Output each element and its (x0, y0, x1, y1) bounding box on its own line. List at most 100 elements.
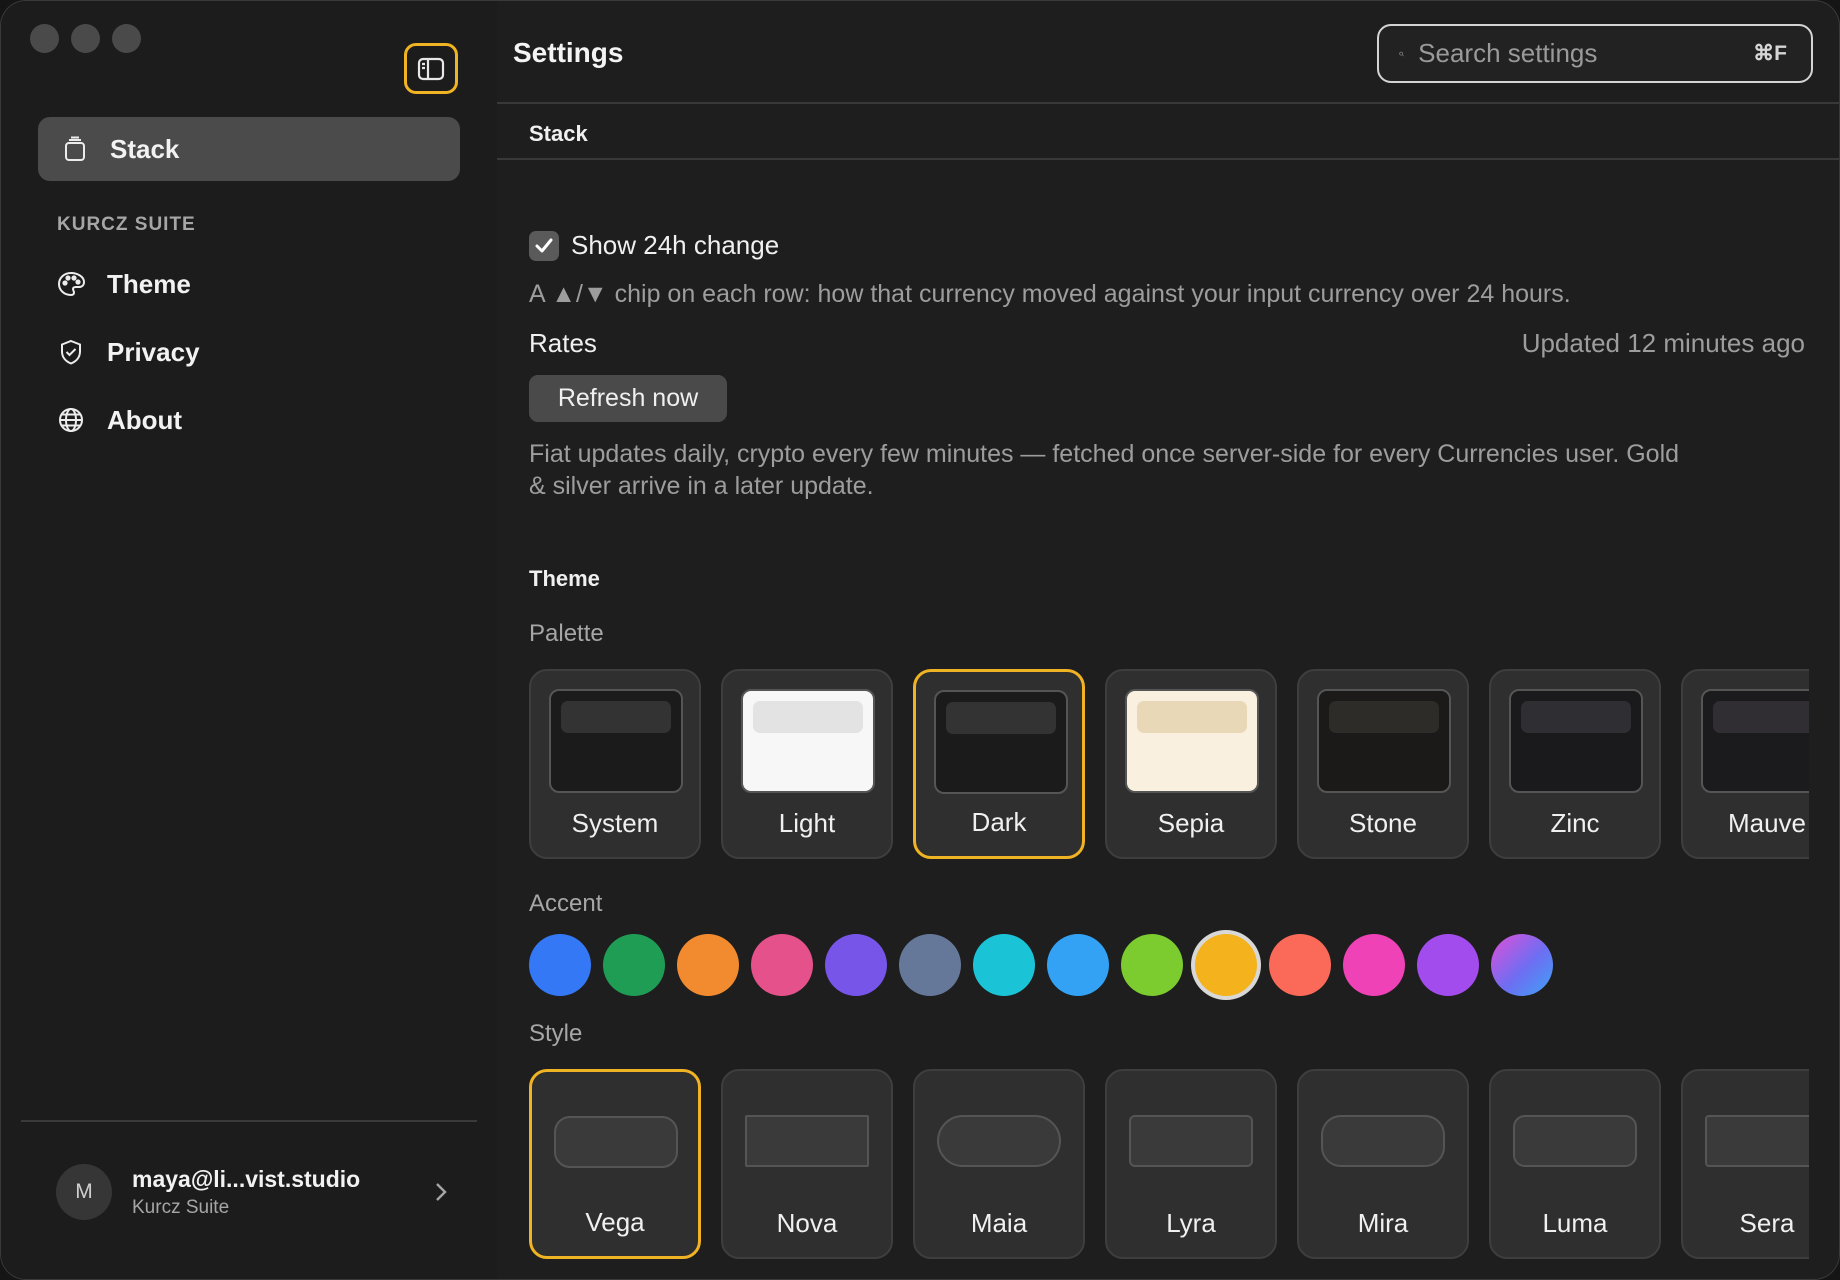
rates-label: Rates (529, 328, 597, 358)
palette-preview (1701, 689, 1809, 793)
minimize-window-button[interactable] (71, 24, 100, 53)
accent-swatch-sky[interactable] (1047, 934, 1109, 996)
page-title: Settings (513, 37, 624, 68)
style-option-luma[interactable]: Luma (1489, 1069, 1661, 1259)
style-option-sera[interactable]: Sera (1681, 1069, 1809, 1259)
show-24h-change-help: A ▲/▼ chip on each row: how that currenc… (529, 280, 1571, 308)
palette-option-label: System (571, 808, 659, 838)
style-preview (1705, 1115, 1809, 1167)
palette-preview (1509, 689, 1643, 793)
palette-option-stone[interactable]: Stone (1297, 669, 1469, 859)
accent-swatch-coral[interactable] (1269, 934, 1331, 996)
accent-swatch-green[interactable] (603, 934, 665, 996)
style-option-maia[interactable]: Maia (913, 1069, 1085, 1259)
rates-updated-status: Updated 12 minutes ago (1521, 328, 1805, 358)
palette-option-label: Dark (971, 807, 1027, 837)
rates-help-line: & silver arrive in a later update. (529, 472, 874, 500)
sidebar-item-stack[interactable]: Stack (38, 117, 460, 181)
sidebar: Stack KURCZ SUITE Theme Privacy About M … (1, 1, 497, 1279)
settings-window: Stack KURCZ SUITE Theme Privacy About M … (0, 0, 1840, 1280)
palette-option-label: Mauve (1727, 808, 1807, 838)
style-option-mira[interactable]: Mira (1297, 1069, 1469, 1259)
palette-preview-bar (1137, 701, 1247, 733)
accent-swatch-slate[interactable] (899, 934, 961, 996)
zoom-window-button[interactable] (112, 24, 141, 53)
style-preview (1321, 1115, 1445, 1167)
sidebar-item-label: About (107, 404, 183, 435)
close-window-button[interactable] (30, 24, 59, 53)
sidebar-divider (21, 1120, 477, 1122)
account-button[interactable]: M maya@li...vist.studio Kurcz Suite (56, 1162, 448, 1222)
divider (497, 158, 1839, 160)
style-option-label: Lyra (1166, 1208, 1216, 1238)
sidebar-item-about[interactable]: About (57, 398, 182, 442)
palette-option-mauve[interactable]: Mauve (1681, 669, 1809, 859)
accent-swatch-cyan[interactable] (973, 934, 1035, 996)
palette-preview (549, 689, 683, 793)
accent-options (529, 932, 1809, 996)
style-options: Vega Nova Maia Lyra Mira Luma Sera (529, 1067, 1809, 1261)
palette-preview-bar (946, 702, 1056, 734)
rates-help-line: Fiat updates daily, crypto every few min… (529, 440, 1680, 468)
palette-preview-bar (1521, 701, 1631, 733)
sidebar-item-label: Privacy (107, 336, 200, 367)
sidebar-item-privacy[interactable]: Privacy (57, 330, 200, 374)
palette-option-sepia[interactable]: Sepia (1105, 669, 1277, 859)
palette-preview (934, 690, 1068, 794)
theme-section-heading: Theme (529, 566, 600, 591)
window-controls (30, 24, 141, 53)
refresh-now-button[interactable]: Refresh now (529, 375, 727, 422)
shield-check-icon (61, 339, 81, 365)
search-shortcut: ⌘F (1753, 42, 1787, 65)
accent-swatch-indigo[interactable] (825, 934, 887, 996)
accent-swatch-orange[interactable] (677, 934, 739, 996)
accent-swatch-purple[interactable] (1417, 934, 1479, 996)
search-field[interactable]: ⌘F (1377, 24, 1813, 83)
search-input[interactable] (1418, 38, 1754, 69)
settings-main: Settings ⌘F Stack Show 24h change A ▲/▼ … (497, 1, 1839, 1279)
checkbox-label: Show 24h change (571, 230, 780, 260)
accent-swatch-blue[interactable] (529, 934, 591, 996)
palette-icon (57, 271, 85, 297)
style-option-label: Nova (776, 1208, 838, 1238)
palette-preview (1125, 689, 1259, 793)
accent-swatch-amber[interactable] (1195, 934, 1257, 996)
palette-option-label: Light (778, 808, 836, 838)
style-option-label: Sera (1739, 1208, 1795, 1238)
style-option-nova[interactable]: Nova (721, 1069, 893, 1259)
palette-label: Palette (529, 620, 604, 647)
palette-preview-bar (753, 701, 863, 733)
accent-swatch-gradient[interactable] (1491, 934, 1553, 996)
style-preview (1129, 1115, 1253, 1167)
style-label: Style (529, 1020, 583, 1047)
palette-option-zinc[interactable]: Zinc (1489, 669, 1661, 859)
sidebar-item-theme[interactable]: Theme (57, 262, 191, 306)
show-24h-change-checkbox[interactable] (529, 230, 559, 261)
palette-preview-bar (1329, 701, 1439, 733)
accent-swatch-pink[interactable] (751, 934, 813, 996)
style-preview (937, 1115, 1061, 1167)
stack-section-heading: Stack (529, 121, 588, 146)
palette-preview (1317, 689, 1451, 793)
palette-option-label: Sepia (1157, 808, 1225, 838)
palette-option-dark[interactable]: Dark (913, 669, 1085, 859)
palette-option-light[interactable]: Light (721, 669, 893, 859)
accent-swatch-magenta[interactable] (1343, 934, 1405, 996)
palette-preview (741, 689, 875, 793)
show-24h-change-row[interactable]: Show 24h change (529, 230, 779, 261)
palette-options: System Light Dark Sepia Stone Zinc Mauve (529, 667, 1809, 861)
style-option-lyra[interactable]: Lyra (1105, 1069, 1277, 1259)
accent-swatch-lime[interactable] (1121, 934, 1183, 996)
palette-preview-bar (561, 701, 671, 733)
rates-help: Fiat updates daily, crypto every few min… (529, 438, 1819, 502)
palette-option-label: Stone (1349, 808, 1417, 838)
style-option-vega[interactable]: Vega (529, 1069, 701, 1259)
sidebar-icon (417, 57, 445, 80)
style-option-label: Luma (1542, 1208, 1608, 1238)
palette-option-label: Zinc (1550, 808, 1600, 838)
style-preview (745, 1115, 869, 1167)
style-option-label: Maia (970, 1208, 1028, 1238)
sidebar-toggle-button[interactable] (404, 43, 458, 94)
palette-option-system[interactable]: System (529, 669, 701, 859)
search-icon (1399, 51, 1404, 56)
